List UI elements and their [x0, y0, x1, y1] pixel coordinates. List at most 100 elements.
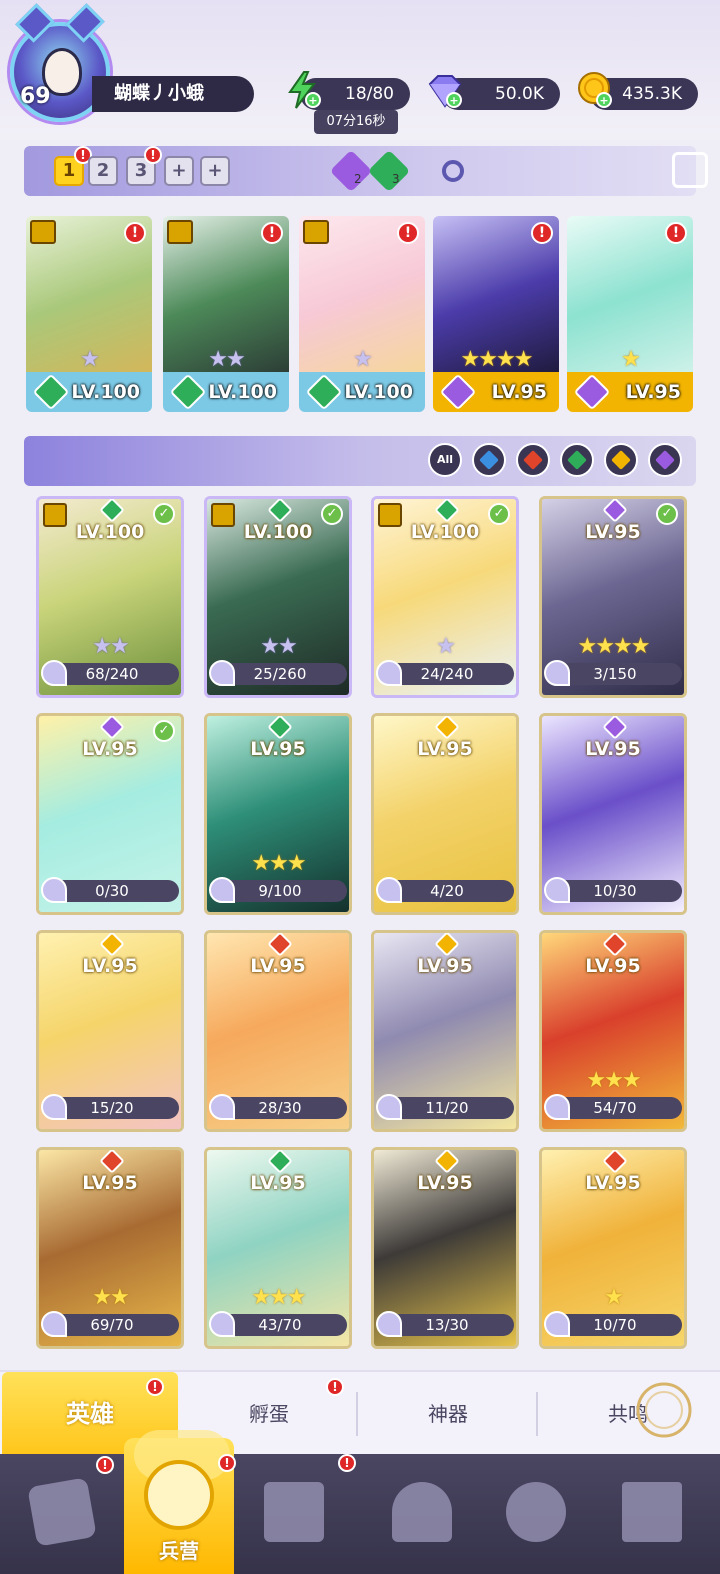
filter-light-button[interactable]: [604, 443, 638, 477]
wind-icon: [567, 450, 587, 470]
hero-card[interactable]: LV.95 ★★★ 9/100: [204, 713, 352, 915]
hero-level: LV.100: [75, 521, 145, 543]
hero-card[interactable]: LV.95 4/20: [371, 713, 519, 915]
tab-artifacts[interactable]: 神器: [358, 1372, 538, 1456]
team-tab-2[interactable]: 2: [88, 156, 118, 186]
hero-level: LV.95: [585, 955, 641, 977]
guild-shield-icon: [506, 1482, 566, 1542]
filter-wind-button[interactable]: [560, 443, 594, 477]
hero-card[interactable]: ✓ LV.100 ★ 24/240: [371, 496, 519, 698]
hero-card[interactable]: LV.95 10/30: [539, 713, 687, 915]
nav-barracks-alert-icon: !: [218, 1454, 236, 1472]
resonance-ring-icon: [636, 1382, 692, 1438]
team-slot[interactable]: ! ★★★★ LV.95: [433, 216, 559, 412]
search-icon[interactable]: [442, 160, 464, 182]
hero-level: LV.95: [82, 955, 138, 977]
hero-card[interactable]: LV.95 13/30: [371, 1147, 519, 1349]
avatar-ear-right: [65, 3, 105, 43]
dark-gem-count: 2: [354, 172, 362, 186]
fragment-icon: [376, 877, 402, 903]
hero-level: LV.100: [410, 521, 480, 543]
team-tab-add-2[interactable]: +: [200, 156, 230, 186]
hero-card[interactable]: LV.95 28/30: [204, 930, 352, 1132]
map-scroll-icon: [264, 1482, 324, 1542]
fragment-icon: [209, 660, 235, 686]
star-rating: ★: [621, 347, 641, 372]
fragment-count: 28/30: [258, 1099, 302, 1117]
hero-card[interactable]: LV.95 11/20: [371, 930, 519, 1132]
avatar-ear-left: [15, 3, 55, 43]
fragment-count: 69/70: [90, 1316, 134, 1334]
nav-banner[interactable]: [610, 1472, 694, 1556]
nav-barracks[interactable]: 兵营: [124, 1430, 234, 1574]
fragment-icon: [544, 1311, 570, 1337]
fragment-count: 15/20: [90, 1099, 134, 1117]
fragment-icon: [209, 1311, 235, 1337]
filter-fire-button[interactable]: [516, 443, 550, 477]
hero-card[interactable]: LV.95 ★ 10/70: [539, 1147, 687, 1349]
fragment-count: 4/20: [430, 882, 464, 900]
hero-card[interactable]: LV.95 ★★★ 43/70: [204, 1147, 352, 1349]
gem-icon[interactable]: +: [424, 70, 464, 110]
team-slot[interactable]: ! ★ LV.100: [26, 216, 152, 412]
fragment-progress: 9/100: [209, 877, 347, 903]
star-rating: ★: [604, 1285, 624, 1310]
tab-artifacts-label: 神器: [428, 1402, 468, 1426]
nav-map[interactable]: [252, 1472, 336, 1556]
fragment-icon: [376, 1311, 402, 1337]
energy-timer: 07分16秒: [314, 110, 398, 134]
nav-gate[interactable]: [380, 1472, 464, 1556]
share-icon[interactable]: [672, 152, 708, 188]
fragment-count: 25/260: [253, 665, 307, 683]
star-rating: ★★★: [586, 1068, 641, 1093]
player-name: 蝴蝶丿小蛾: [92, 76, 254, 112]
filter-dark-button[interactable]: [648, 443, 682, 477]
team-bar: 1 ! 2 3 ! + + 2 3: [24, 146, 708, 196]
hero-card[interactable]: LV.95 ★★★ 54/70: [539, 930, 687, 1132]
fragment-icon: [41, 877, 67, 903]
fragment-count: 3/150: [593, 665, 637, 683]
slot-alert-icon: !: [665, 222, 687, 244]
element-filter-bar: All: [24, 436, 696, 486]
hero-card[interactable]: LV.95 ★★ 69/70: [36, 1147, 184, 1349]
star-rating: ★★: [208, 347, 245, 372]
fragment-count: 10/70: [593, 1316, 637, 1334]
hero-level: LV.95: [585, 521, 641, 543]
hero-card[interactable]: ✓ LV.95 ★★★★ 3/150: [539, 496, 687, 698]
fragment-progress: 28/30: [209, 1094, 347, 1120]
nav-guild[interactable]: [494, 1472, 578, 1556]
team-tab-add-1[interactable]: +: [164, 156, 194, 186]
fragment-icon: [376, 1094, 402, 1120]
fragment-progress: 0/30: [41, 877, 179, 903]
fragment-icon: [544, 660, 570, 686]
cards-icon: [27, 1477, 97, 1547]
filter-all-button[interactable]: All: [428, 443, 462, 477]
wind-element-gem-icon: [367, 149, 411, 193]
star-rating: ★: [353, 347, 373, 372]
nav-barracks-label: 兵营: [159, 1539, 199, 1563]
dark-element-gem-icon: [329, 149, 373, 193]
team-3-alert-icon: !: [144, 146, 162, 164]
hero-card[interactable]: ✓ LV.100 ★★ 68/240: [36, 496, 184, 698]
hero-level: LV.95: [417, 1172, 473, 1194]
team-slot[interactable]: ! ★★ LV.100: [163, 216, 289, 412]
team-slot[interactable]: ! ★ LV.100: [299, 216, 425, 412]
hero-level: LV.95: [417, 738, 473, 760]
hero-card[interactable]: ✓ LV.95 0/30: [36, 713, 184, 915]
hero-card[interactable]: LV.95 15/20: [36, 930, 184, 1132]
fragment-icon: [41, 660, 67, 686]
nav-cards[interactable]: [20, 1472, 104, 1556]
star-rating: ★★: [92, 634, 129, 659]
gold-coin-icon[interactable]: +: [574, 70, 614, 110]
filter-water-button[interactable]: [472, 443, 506, 477]
fragment-progress: 43/70: [209, 1311, 347, 1337]
energy-bolt-icon[interactable]: +: [282, 70, 322, 110]
team-slot[interactable]: ! ★ LV.95: [567, 216, 693, 412]
hero-card[interactable]: ✓ LV.100 ★★ 25/260: [204, 496, 352, 698]
fragment-count: 13/30: [425, 1316, 469, 1334]
fragment-progress: 13/30: [376, 1311, 514, 1337]
star-rating: ★★★: [251, 851, 306, 876]
star-rating: ★★★★: [460, 347, 534, 372]
fragment-progress: 25/260: [209, 660, 347, 686]
fragment-count: 9/100: [258, 882, 302, 900]
